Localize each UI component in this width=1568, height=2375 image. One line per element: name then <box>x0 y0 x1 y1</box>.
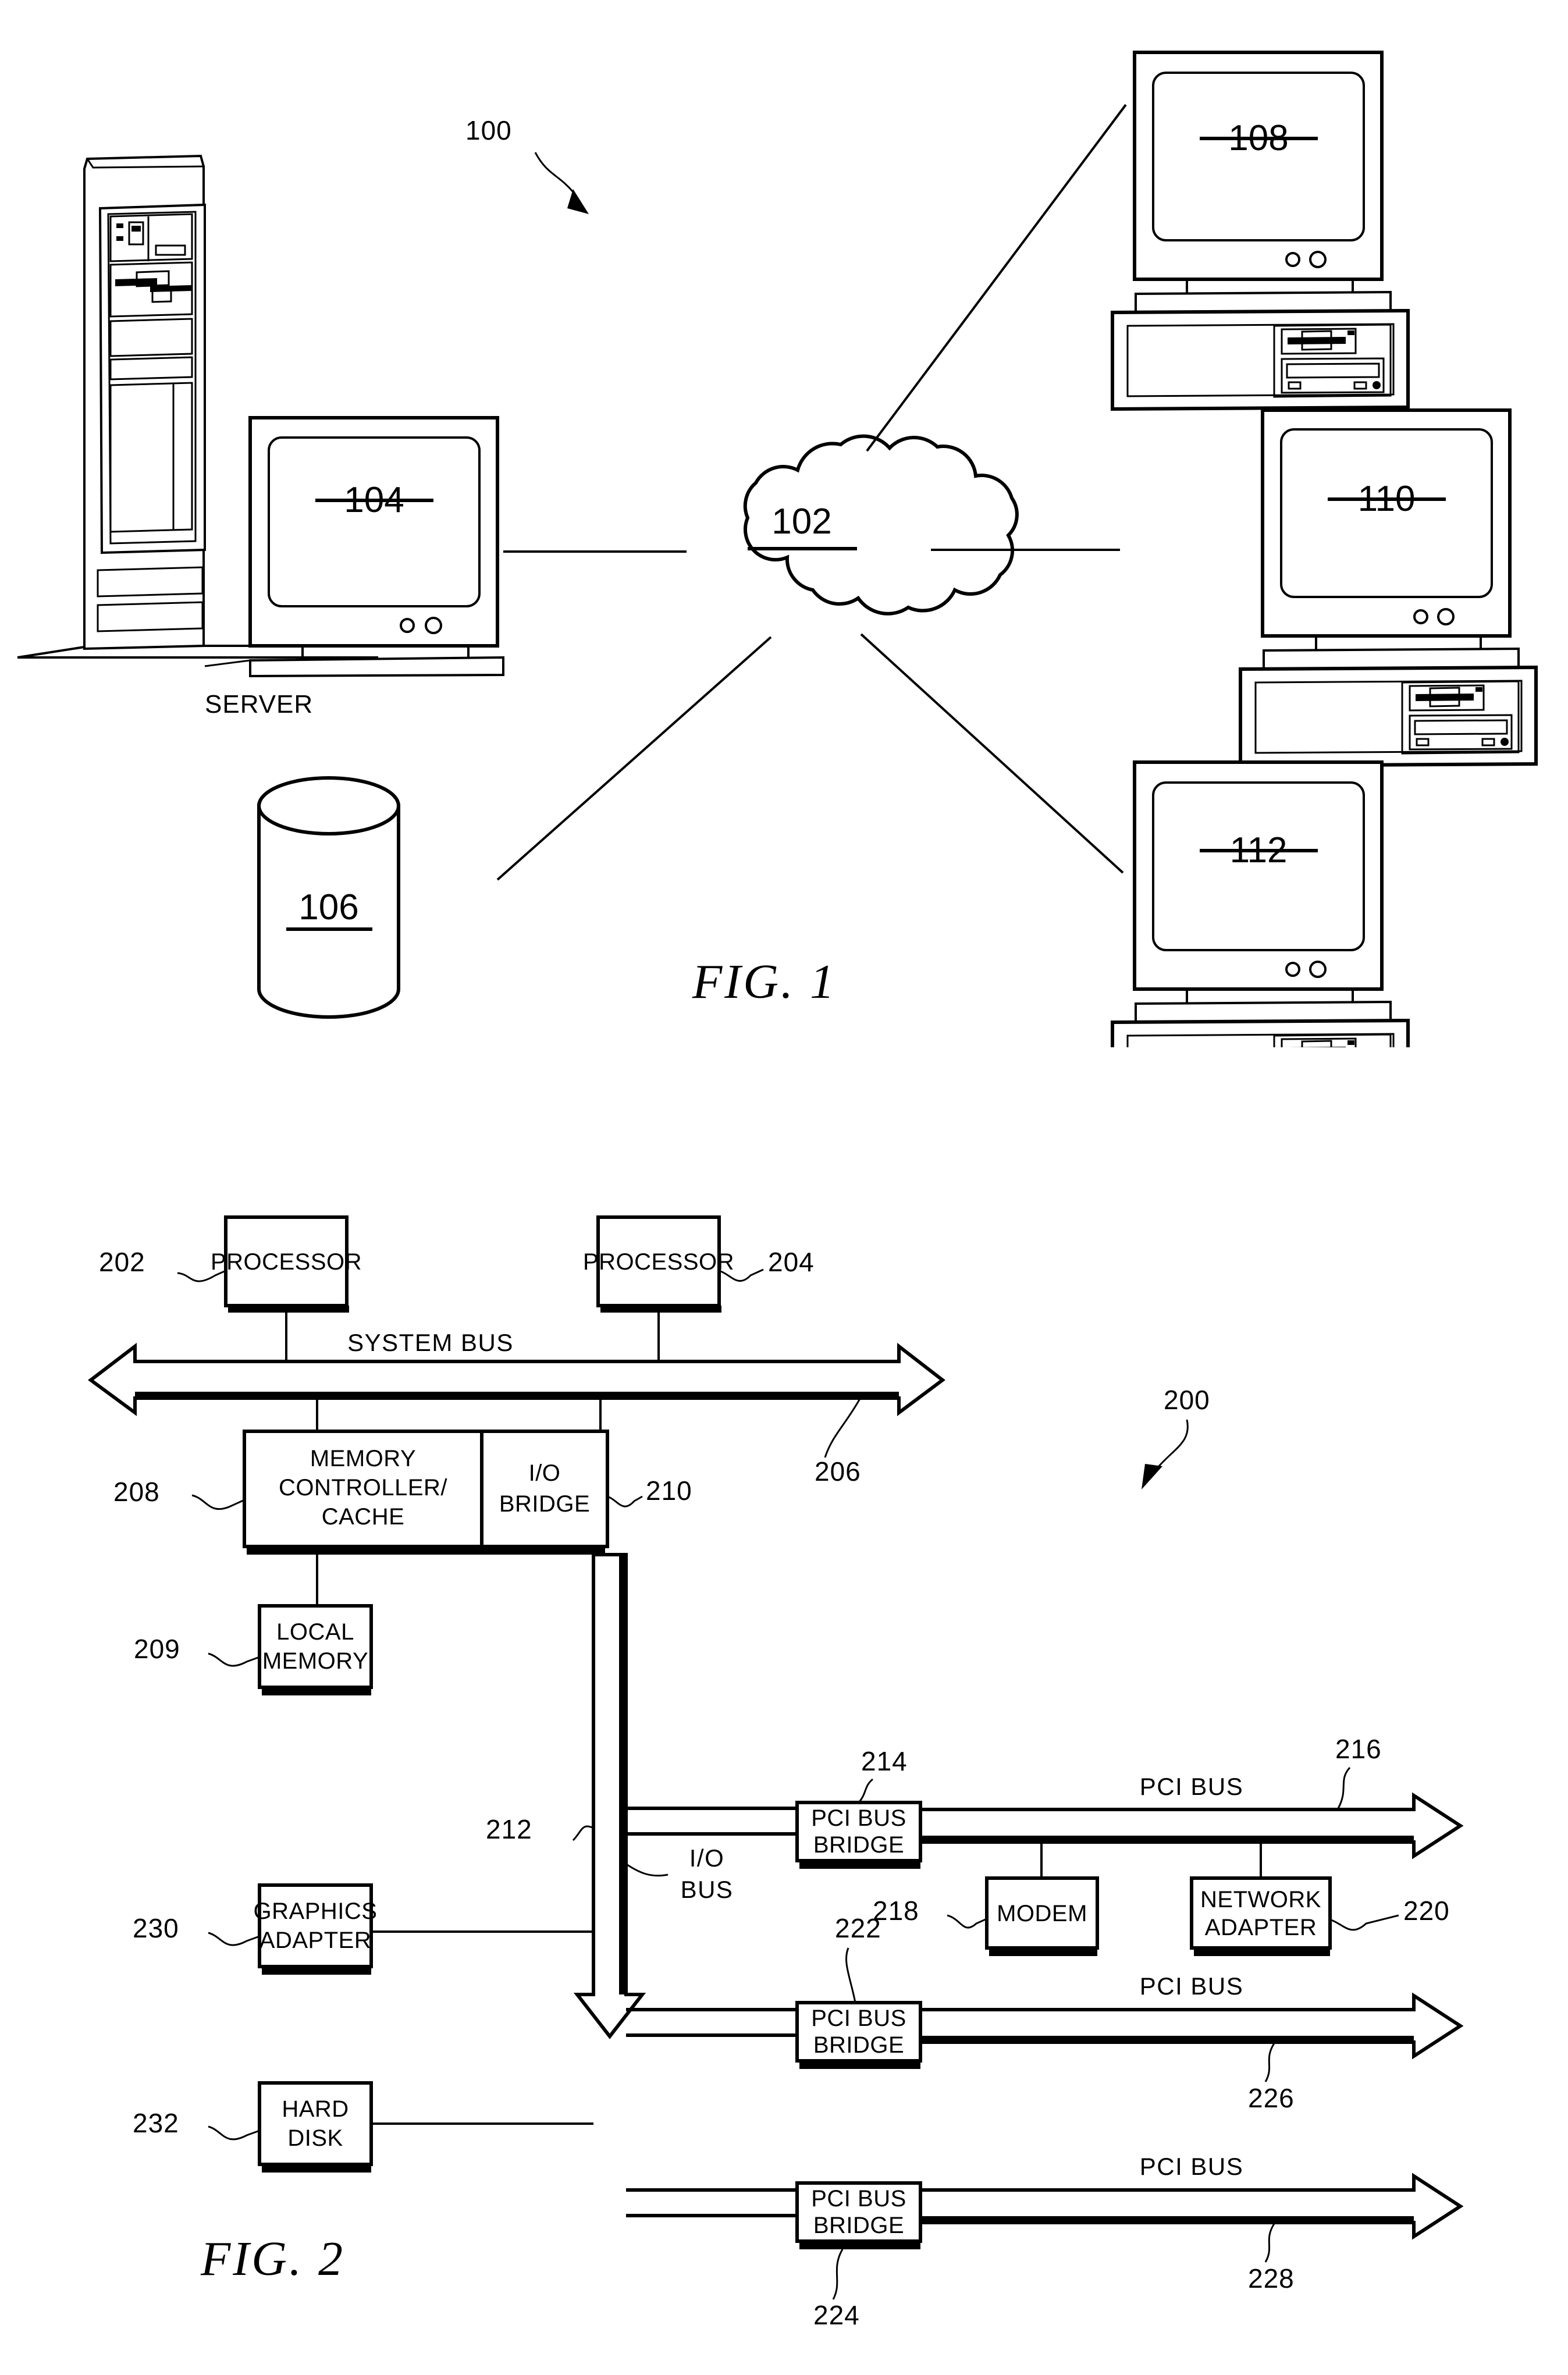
graphics-adapter-line2: ADAPTER <box>259 1928 371 1953</box>
block-local-memory-209: LOCAL MEMORY <box>258 1604 373 1695</box>
storage-ref: 106 <box>298 887 358 927</box>
ref-220-callout: 220 <box>1331 1896 1450 1931</box>
pci-bus-228-label: PCI BUS <box>1140 2153 1244 2180</box>
ref-218-callout: 218 <box>873 1896 987 1929</box>
server-label: SERVER <box>205 690 313 719</box>
ref-204-label: 204 <box>768 1247 815 1277</box>
client-computer-112: 112 <box>1111 760 1410 1047</box>
ref-212-label: 212 <box>486 1814 532 1844</box>
network-adapter-line2: ADAPTER <box>1205 1915 1317 1940</box>
io-bus-line1: I/O <box>689 1844 725 1872</box>
network-cloud: 102 <box>743 434 1019 616</box>
ref-226-label: 226 <box>1248 2083 1295 2113</box>
hard-disk-line2: DISK <box>287 2125 343 2151</box>
ref-230-callout: 230 <box>133 1913 260 1946</box>
block-network-adapter-220: NETWORK ADAPTER <box>1190 1876 1332 1956</box>
ref-100-arrowhead <box>567 189 589 214</box>
ref-224-callout: 224 <box>813 2249 860 2330</box>
ref-228-callout: 228 <box>1248 2223 1295 2294</box>
ref-210-label: 210 <box>646 1476 692 1506</box>
graphics-adapter-line1: GRAPHICS <box>254 1898 378 1924</box>
bus-pci-216 <box>919 1792 1464 1860</box>
ref-209-callout: 209 <box>134 1634 260 1667</box>
pci-bridge-222-line2: BRIDGE <box>813 2032 904 2058</box>
ref-214-callout: 214 <box>858 1746 908 1803</box>
ref-220-label: 220 <box>1403 1896 1450 1926</box>
storage-cylinder: 106 <box>257 776 400 1019</box>
ref-212-callout: 212 <box>486 1814 594 1844</box>
figure-1: 100 104 SERVER 102 106 108 110 112 FIG. … <box>17 51 1538 1047</box>
local-memory-line1: LOCAL <box>276 1619 354 1645</box>
processor-202-label: PROCESSOR <box>211 1249 362 1275</box>
ref-232-label: 232 <box>133 2108 179 2138</box>
memory-controller-line1: MEMORY <box>310 1446 416 1471</box>
pci-bridge-224-line1: PCI BUS <box>811 2186 906 2212</box>
ref-200-label: 200 <box>1164 1385 1210 1415</box>
io-bridge-line2: BRIDGE <box>499 1491 590 1517</box>
pci-bridge-224-line2: BRIDGE <box>813 2213 904 2238</box>
bus-system-206 <box>87 1342 945 1416</box>
block-graphics-adapter-230: GRAPHICS ADAPTER <box>254 1883 378 1975</box>
ref-216-label: 216 <box>1335 1734 1382 1764</box>
patent-drawing-sheet: 100 104 SERVER 102 106 108 110 112 FIG. … <box>0 0 1568 2375</box>
block-processor-204: PROCESSOR <box>583 1215 734 1313</box>
client-computer-110: 110 <box>1239 408 1538 768</box>
bus-pci-226 <box>919 1992 1464 2060</box>
pci-bridge-214-line2: BRIDGE <box>813 1832 904 1858</box>
pci-bridge-214-line1: PCI BUS <box>811 1805 906 1831</box>
ref-222-label: 222 <box>835 1913 881 1943</box>
ref-100-callout: 100 <box>465 115 589 214</box>
pci-bridge-222-line1: PCI BUS <box>811 2006 906 2031</box>
network-adapter-line1: NETWORK <box>1200 1887 1321 1912</box>
pci-bus-226-label: PCI BUS <box>1140 1972 1244 2000</box>
ref-216-callout: 216 <box>1335 1734 1382 1809</box>
ref-228-label: 228 <box>1248 2263 1295 2294</box>
ref-206-callout: 206 <box>815 1398 861 1487</box>
ref-200-callout: 200 <box>1142 1385 1210 1489</box>
pci-bus-216-label: PCI BUS <box>1140 1773 1244 1800</box>
ref-206-label: 206 <box>815 1456 861 1487</box>
block-pci-bus-bridge-224: PCI BUS BRIDGE <box>795 2181 922 2249</box>
hard-disk-line1: HARD <box>282 2096 349 2122</box>
ref-209-label: 209 <box>134 1634 180 1664</box>
server-monitor: 104 <box>204 416 504 678</box>
block-pci-bus-bridge-222: PCI BUS BRIDGE <box>795 2001 922 2069</box>
ref-230-label: 230 <box>133 1913 179 1943</box>
bus-io-212 <box>573 1553 646 2039</box>
link-cloud-client108 <box>866 104 1127 452</box>
block-modem-218: MODEM <box>985 1876 1099 1956</box>
ref-226-callout: 226 <box>1248 2043 1295 2113</box>
ref-210-callout: 210 <box>607 1476 692 1508</box>
io-bridge-line1: I/O <box>529 1460 561 1486</box>
io-bus-label: I/O BUS <box>627 1844 733 1903</box>
link-cloud-storage <box>496 636 772 881</box>
ref-208-label: 208 <box>113 1477 160 1507</box>
block-io-bridge-210: I/O BRIDGE <box>480 1430 609 1548</box>
figure-2: PROCESSOR 202 PROCESSOR 204 SYSTEM BUS 2… <box>87 1215 1464 2330</box>
ref-208-callout: 208 <box>113 1477 245 1510</box>
block-processor-202: PROCESSOR <box>211 1215 362 1313</box>
system-bus-label: SYSTEM BUS <box>347 1329 514 1356</box>
link-cloud-client112 <box>860 633 1124 874</box>
processor-204-label: PROCESSOR <box>583 1249 734 1275</box>
figure-2-caption: FIG. 2 <box>200 2232 345 2286</box>
block-hard-disk-232: HARD DISK <box>258 2081 373 2173</box>
memory-controller-line3: CACHE <box>322 1504 405 1530</box>
memory-controller-line2: CONTROLLER/ <box>279 1475 447 1501</box>
ref-202-callout: 202 <box>99 1247 226 1282</box>
figure-1-caption: FIG. 1 <box>692 955 837 1009</box>
modem-label: MODEM <box>997 1901 1087 1926</box>
ref-232-callout: 232 <box>133 2108 260 2141</box>
local-memory-line2: MEMORY <box>262 1648 368 1674</box>
io-bus-line2: BUS <box>681 1876 734 1903</box>
network-cloud-ref: 102 <box>771 502 831 542</box>
ref-214-label: 214 <box>861 1746 908 1776</box>
block-pci-bus-bridge-214: PCI BUS BRIDGE <box>795 1801 922 1869</box>
ref-224-label: 224 <box>813 2300 860 2330</box>
ref-202-label: 202 <box>99 1247 145 1277</box>
ref-100-label: 100 <box>465 115 512 145</box>
bus-pci-228 <box>919 2173 1464 2240</box>
client-computer-108: 108 <box>1111 51 1410 411</box>
ref-222-callout: 222 <box>835 1913 881 2003</box>
